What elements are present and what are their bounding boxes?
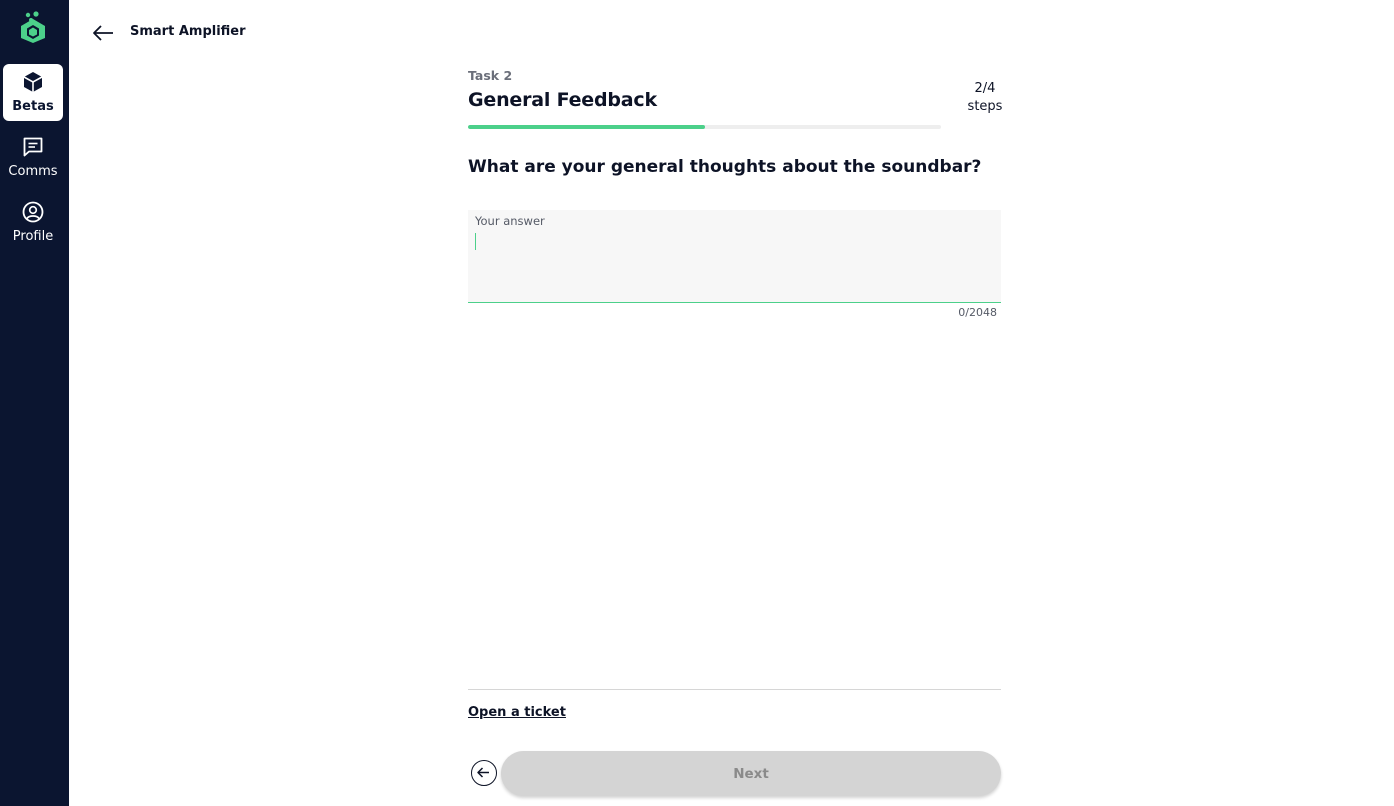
answer-input[interactable] [474,232,994,296]
question-text: What are your general thoughts about the… [468,157,982,177]
sidebar-item-label: Betas [12,99,54,114]
sidebar-item-comms[interactable]: Comms [3,129,63,186]
text-caret [475,233,476,250]
sidebar-item-label: Comms [8,164,58,179]
step-count: 2/4 [974,81,996,96]
step-word: steps [967,99,1003,114]
progress-fill [468,125,705,129]
back-arrow-icon[interactable] [91,22,115,44]
arrow-left-icon [477,767,489,778]
chat-icon [22,136,44,158]
previous-step-button[interactable] [471,760,497,786]
sidebar-item-betas[interactable]: Betas [3,64,63,121]
task-label: Task 2 [468,68,513,83]
cube-icon [22,71,44,93]
next-button[interactable]: Next [501,751,1001,796]
sidebar-item-profile[interactable]: Profile [3,194,63,251]
progress-bar [468,125,941,129]
page-title: General Feedback [468,89,657,111]
app-logo-icon[interactable] [19,11,47,43]
user-circle-icon [22,201,44,223]
character-counter: 0/2048 [958,306,997,319]
step-counter: 2/4 steps [960,80,1010,116]
sidebar-item-label: Profile [12,229,54,244]
divider [468,689,1001,690]
answer-field-label: Your answer [475,214,545,228]
open-ticket-link[interactable]: Open a ticket [468,705,566,720]
sidebar: Betas Comms Profile [0,0,69,806]
answer-field[interactable]: Your answer [468,210,1001,303]
header-title: Smart Amplifier [130,24,246,39]
